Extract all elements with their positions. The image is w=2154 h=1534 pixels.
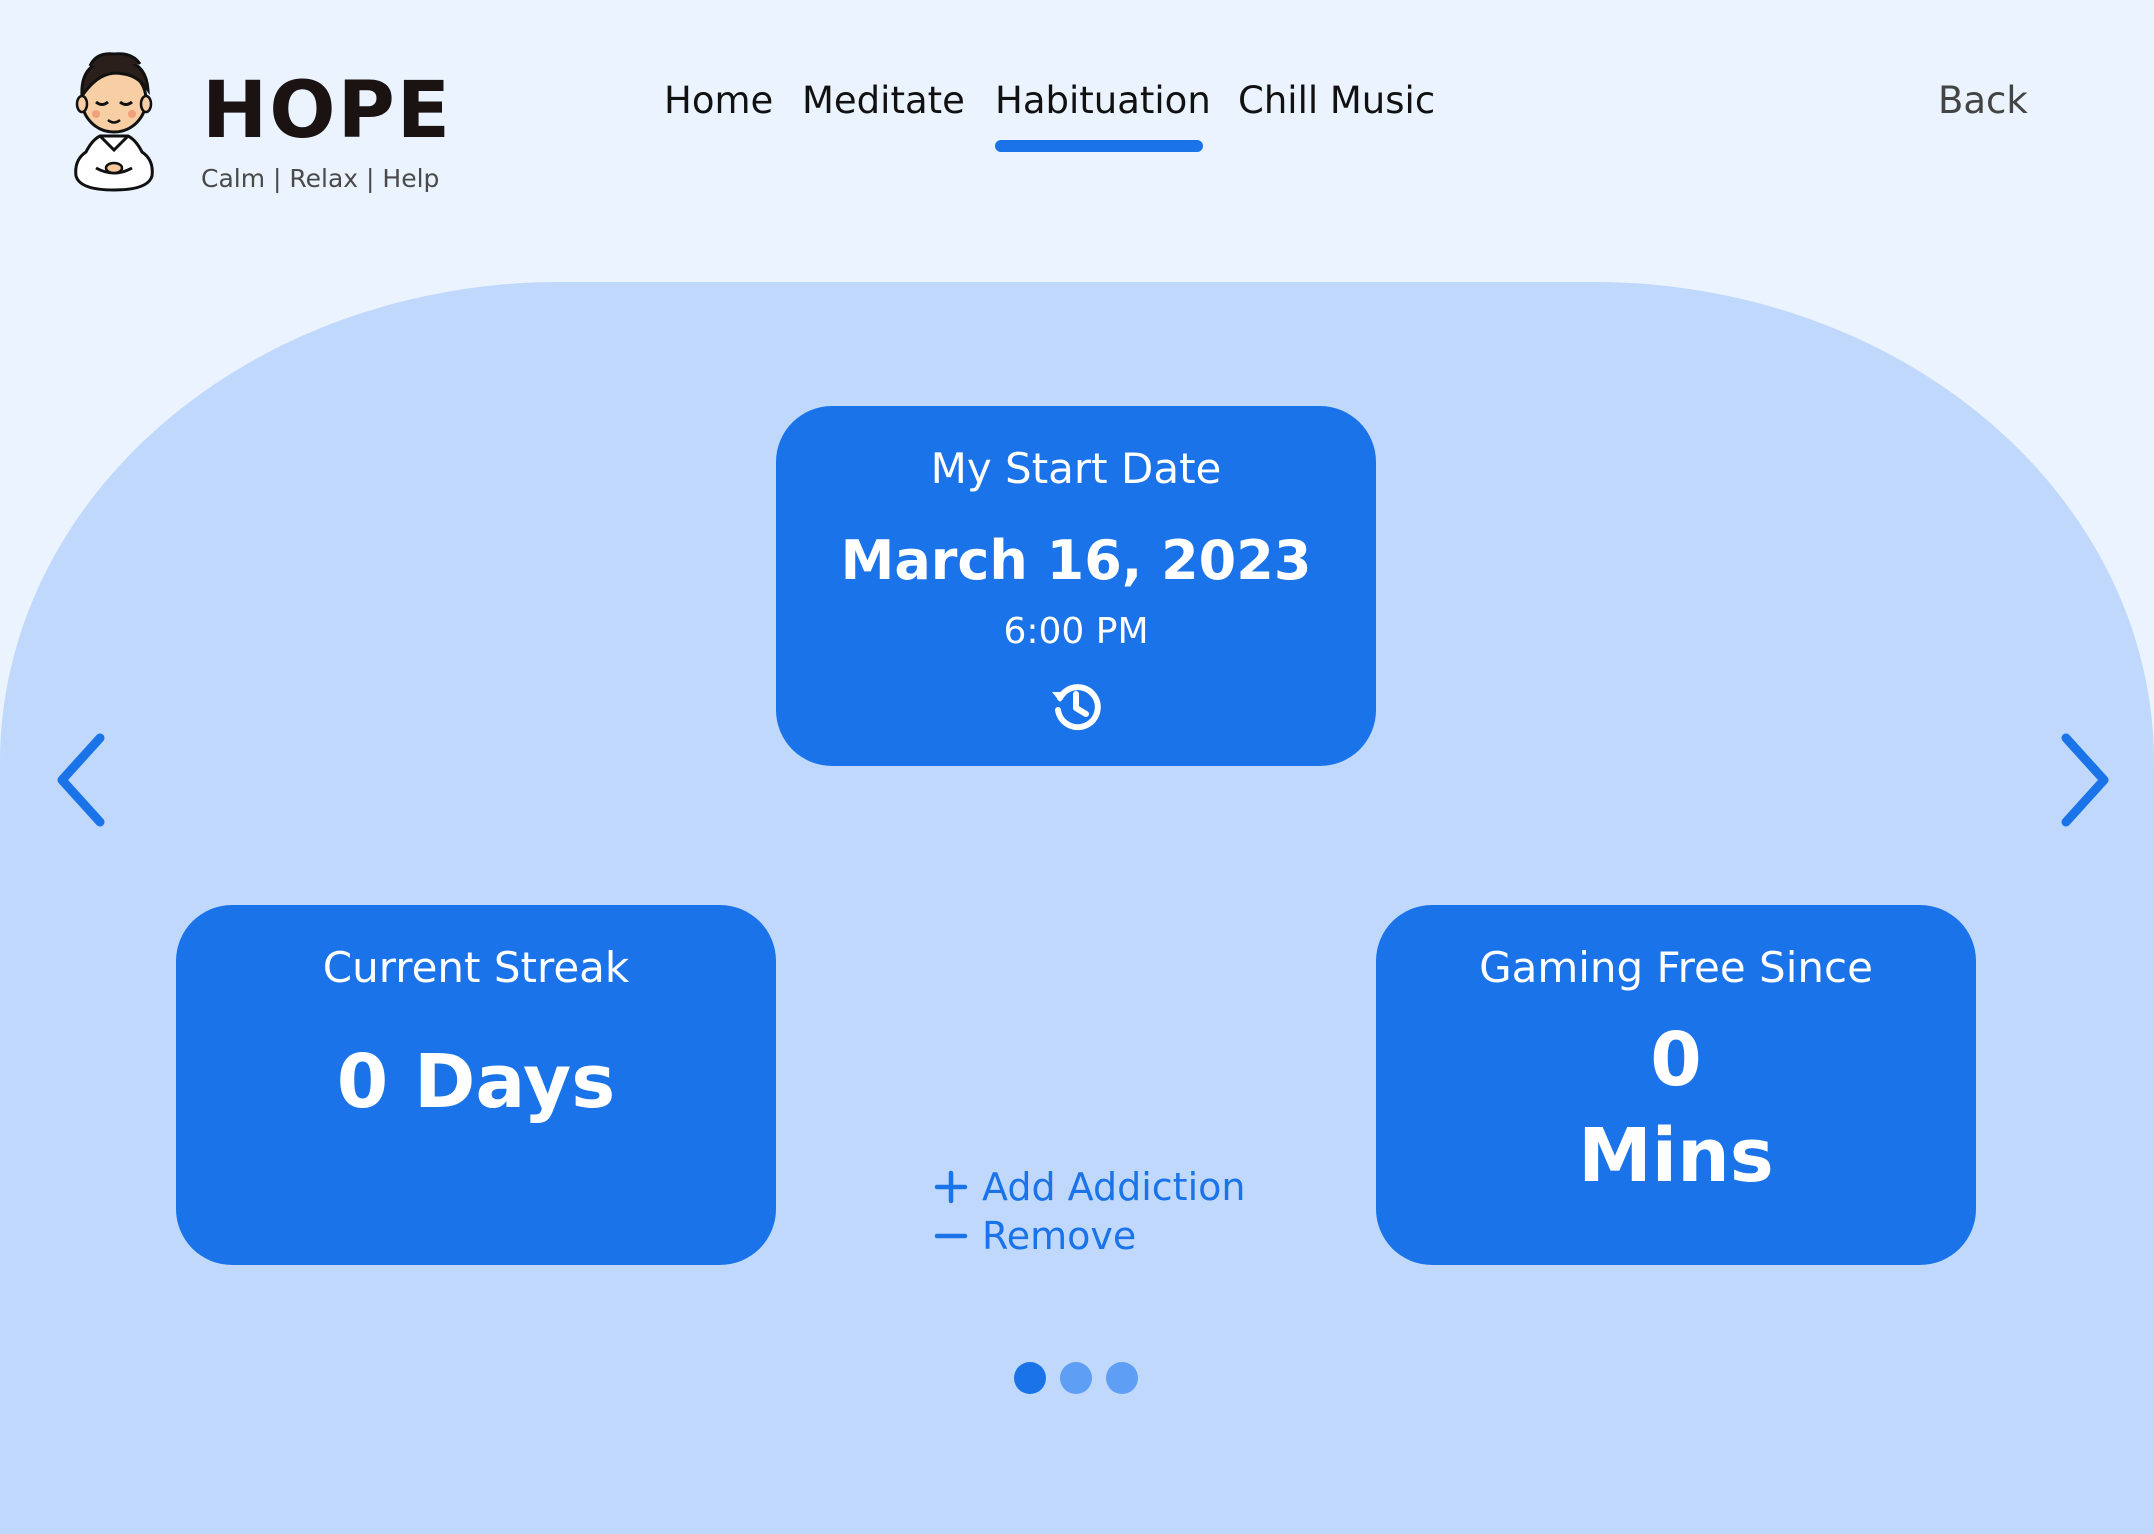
nav-item-chill-music[interactable]: Chill Music bbox=[1238, 82, 1435, 119]
brand-title: HOPE bbox=[202, 66, 453, 156]
chevron-right-icon[interactable] bbox=[2054, 730, 2114, 830]
remove-addiction-label: Remove bbox=[982, 1214, 1137, 1258]
minus-icon bbox=[934, 1233, 968, 1239]
start-date-card: My Start Date March 16, 2023 6:00 PM bbox=[776, 406, 1376, 766]
gaming-free-unit: Mins bbox=[1578, 1113, 1774, 1199]
nav-item-home[interactable]: Home bbox=[664, 82, 773, 119]
add-addiction-label: Add Addiction bbox=[982, 1165, 1246, 1209]
gaming-free-card: Gaming Free Since 0 Mins bbox=[1376, 905, 1976, 1265]
carousel-dot-1[interactable] bbox=[1014, 1362, 1046, 1394]
meditating-boy-logo bbox=[74, 52, 154, 192]
history-icon[interactable] bbox=[1048, 678, 1104, 734]
back-link[interactable]: Back bbox=[1938, 82, 2028, 119]
gaming-free-number: 0 bbox=[1650, 1017, 1702, 1103]
remove-addiction-button[interactable]: Remove bbox=[934, 1217, 1136, 1255]
carousel-dot-3[interactable] bbox=[1106, 1362, 1138, 1394]
start-date-label: My Start Date bbox=[930, 444, 1222, 493]
current-streak-value: 0 Days bbox=[336, 1039, 616, 1125]
active-nav-indicator bbox=[995, 140, 1203, 152]
nav-item-meditate[interactable]: Meditate bbox=[802, 82, 965, 119]
carousel-pagination bbox=[1014, 1362, 1138, 1394]
start-time-value: 6:00 PM bbox=[1003, 611, 1149, 652]
carousel-dot-2[interactable] bbox=[1060, 1362, 1092, 1394]
current-streak-card: Current Streak 0 Days bbox=[176, 905, 776, 1265]
gaming-free-label: Gaming Free Since bbox=[1479, 943, 1873, 992]
add-addiction-button[interactable]: Add Addiction bbox=[934, 1168, 1245, 1206]
current-streak-label: Current Streak bbox=[322, 943, 630, 992]
page: HOPE Calm | Relax | Help Home Meditate H… bbox=[0, 0, 2154, 1534]
start-date-value: March 16, 2023 bbox=[840, 529, 1312, 592]
brand-tagline: Calm | Relax | Help bbox=[201, 164, 440, 193]
plus-icon bbox=[934, 1170, 968, 1204]
chevron-left-icon[interactable] bbox=[52, 730, 112, 830]
nav-item-habituation[interactable]: Habituation bbox=[995, 82, 1211, 119]
